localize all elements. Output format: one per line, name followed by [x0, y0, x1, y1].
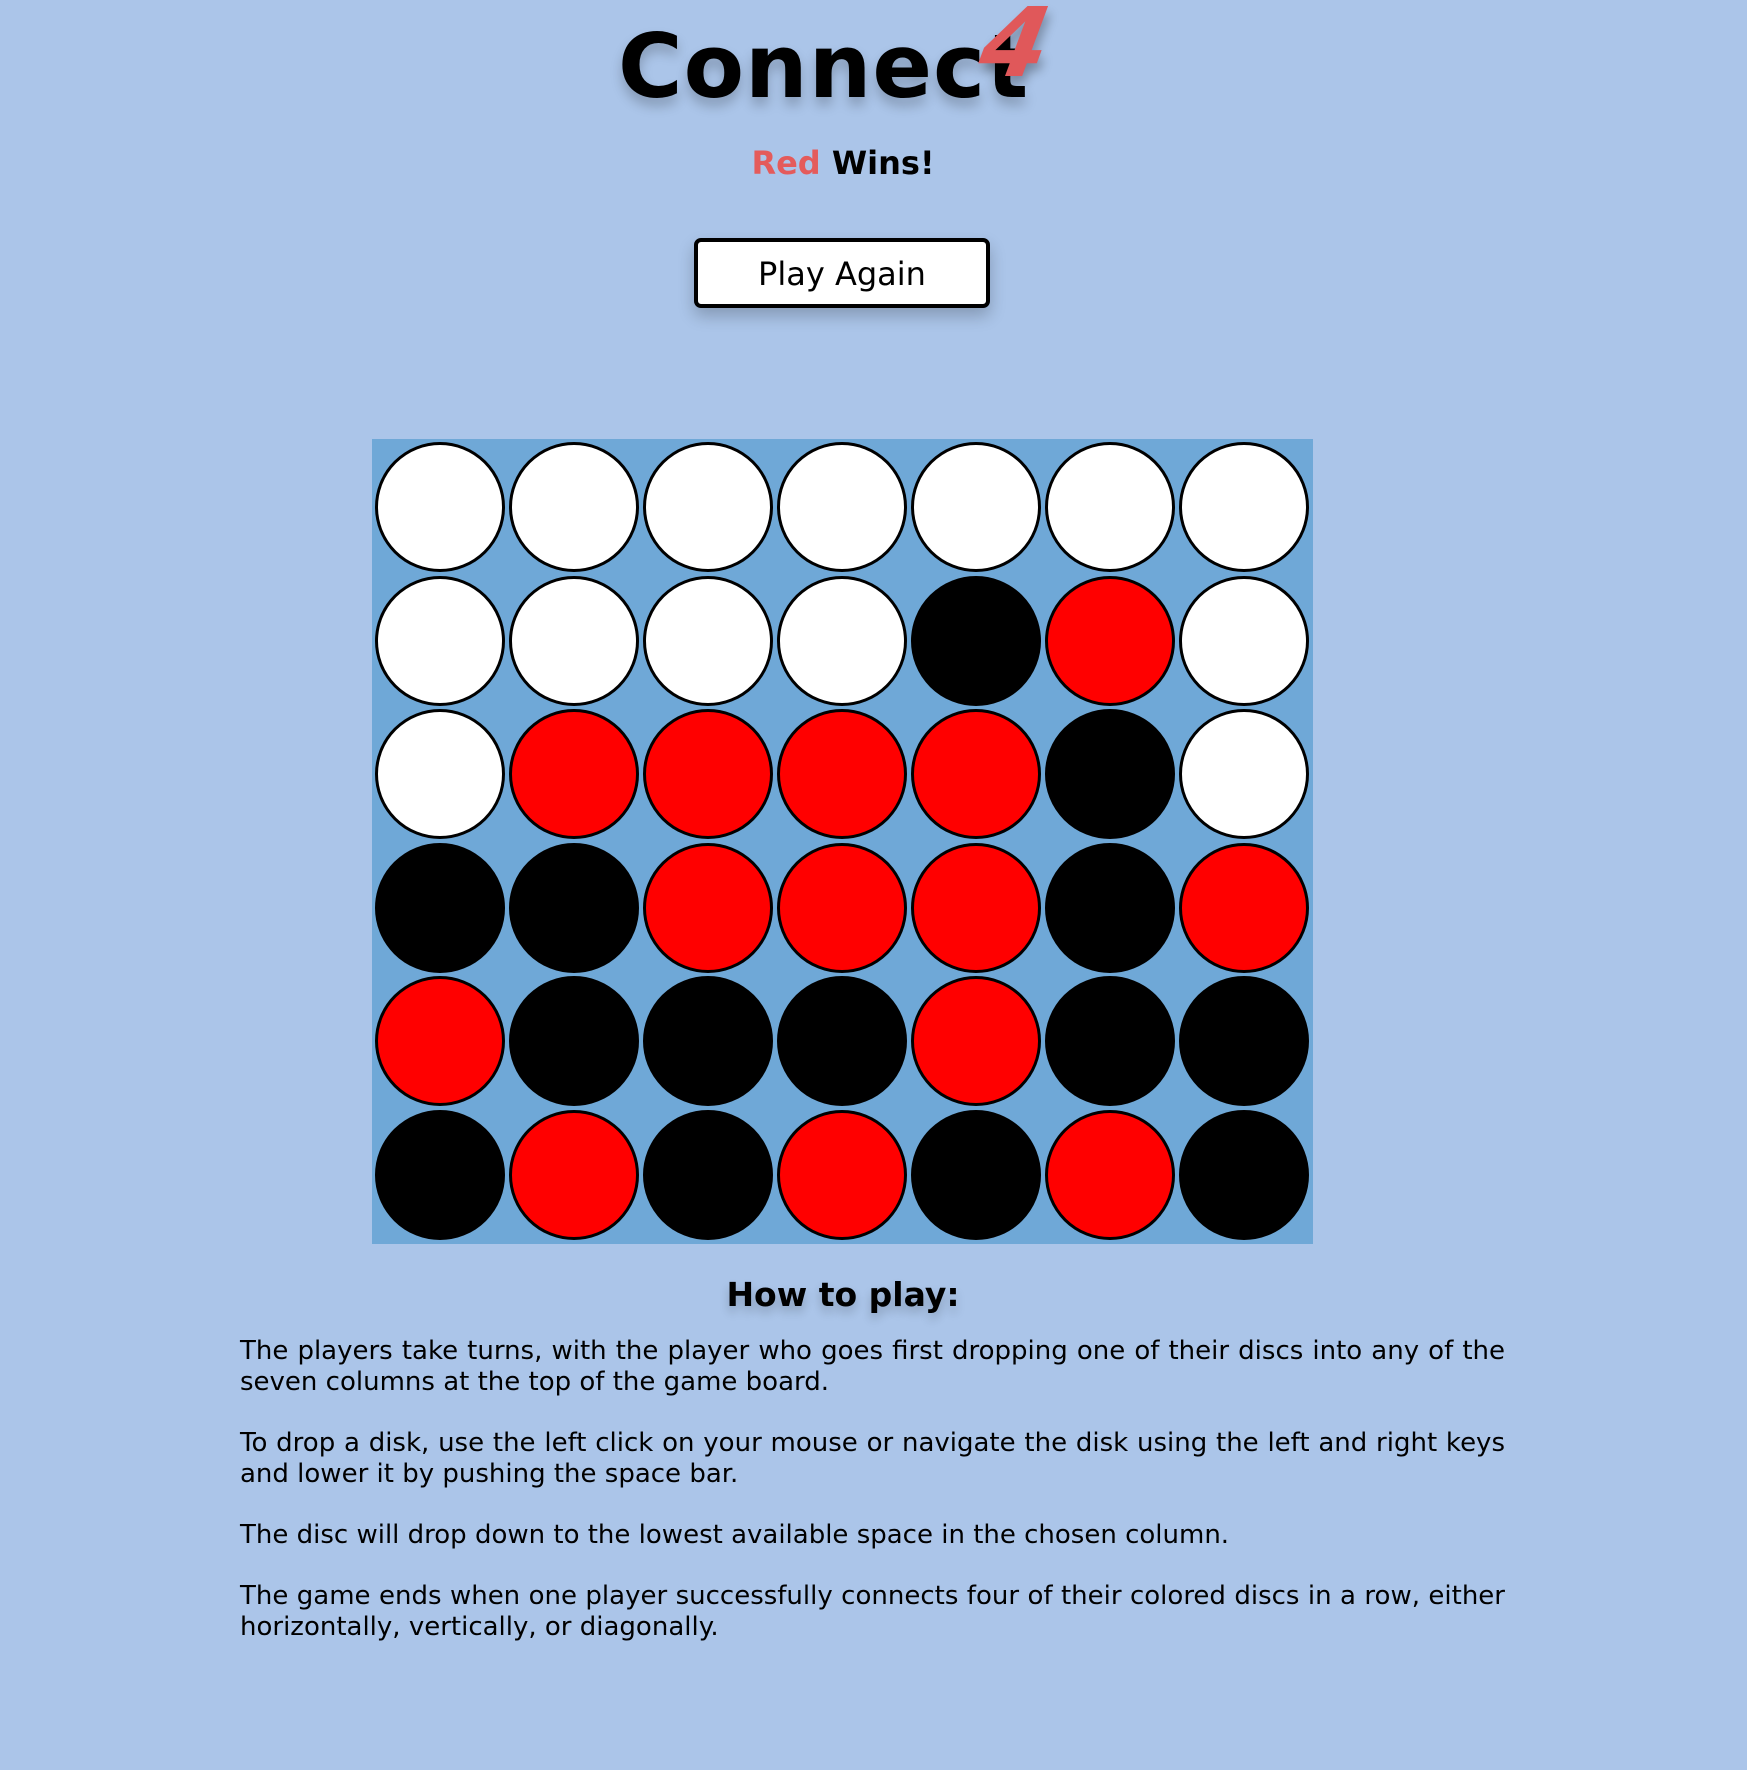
board-cell-r6-c1-black[interactable]: [375, 1109, 505, 1240]
board-cell-r1-c6-empty[interactable]: [1045, 442, 1175, 572]
board-cell-r6-c6-red[interactable]: [1045, 1109, 1175, 1240]
board-cell-r3-c4-red[interactable]: [777, 709, 907, 839]
winner-color: Red: [751, 144, 821, 182]
game-board[interactable]: [372, 439, 1313, 1244]
board-cell-r3-c2-red[interactable]: [509, 709, 639, 839]
instructions: The players take turns, with the player …: [240, 1336, 1505, 1673]
board-cell-r3-c5-red[interactable]: [911, 709, 1041, 839]
board-cell-r2-c2-empty[interactable]: [509, 575, 639, 706]
board-cell-r3-c1-empty[interactable]: [375, 709, 505, 839]
board-cell-r3-c6-black[interactable]: [1045, 709, 1175, 839]
status-suffix: Wins!: [831, 144, 935, 182]
board-cell-r1-c3-empty[interactable]: [643, 442, 773, 572]
board-cell-r1-c4-empty[interactable]: [777, 442, 907, 572]
board-cell-r4-c4-red[interactable]: [777, 842, 907, 973]
board-cell-r6-c4-red[interactable]: [777, 1109, 907, 1240]
board-cell-r2-c5-black[interactable]: [911, 575, 1041, 706]
instruction-paragraph: The players take turns, with the player …: [240, 1336, 1505, 1397]
board-cell-r4-c5-red[interactable]: [911, 842, 1041, 973]
board-cell-r5-c1-red[interactable]: [375, 976, 505, 1106]
game-status: Red Wins!: [0, 141, 1686, 185]
board-cell-r6-c7-black[interactable]: [1179, 1109, 1309, 1240]
header: Connect 4: [0, 0, 1747, 120]
board-cell-r4-c1-black[interactable]: [375, 842, 505, 973]
board-cell-r5-c7-black[interactable]: [1179, 976, 1309, 1106]
board-cell-r6-c3-black[interactable]: [643, 1109, 773, 1240]
board-cell-r4-c2-black[interactable]: [509, 842, 639, 973]
board-cell-r2-c1-empty[interactable]: [375, 575, 505, 706]
how-to-play-heading: How to play:: [726, 1275, 960, 1314]
board-cell-r1-c5-empty[interactable]: [911, 442, 1041, 572]
board-cell-r4-c3-red[interactable]: [643, 842, 773, 973]
board-cell-r5-c2-black[interactable]: [509, 976, 639, 1106]
board-cell-r2-c3-empty[interactable]: [643, 575, 773, 706]
board-cell-r1-c7-empty[interactable]: [1179, 442, 1309, 572]
board-cell-r6-c2-red[interactable]: [509, 1109, 639, 1240]
board-cell-r2-c7-empty[interactable]: [1179, 575, 1309, 706]
board-cell-r1-c1-empty[interactable]: [375, 442, 505, 572]
board-cell-r5-c3-black[interactable]: [643, 976, 773, 1106]
board-cell-r1-c2-empty[interactable]: [509, 442, 639, 572]
page-title: Connect: [618, 15, 1030, 118]
board-cell-r2-c6-red[interactable]: [1045, 575, 1175, 706]
board-cell-r4-c7-red[interactable]: [1179, 842, 1309, 973]
board-cell-r5-c5-red[interactable]: [911, 976, 1041, 1106]
board-cell-r6-c5-black[interactable]: [911, 1109, 1041, 1240]
board-cell-r3-c7-empty[interactable]: [1179, 709, 1309, 839]
play-again-button[interactable]: Play Again: [694, 238, 990, 308]
board-cell-r5-c6-black[interactable]: [1045, 976, 1175, 1106]
board-cell-r2-c4-empty[interactable]: [777, 575, 907, 706]
instruction-paragraph: The disc will drop down to the lowest av…: [240, 1520, 1230, 1550]
board-cell-r4-c6-black[interactable]: [1045, 842, 1175, 973]
instruction-paragraph: To drop a disk, use the left click on yo…: [240, 1428, 1505, 1489]
instruction-paragraph: The game ends when one player successful…: [240, 1581, 1505, 1642]
board-cell-r3-c3-red[interactable]: [643, 709, 773, 839]
board-cell-r5-c4-black[interactable]: [777, 976, 907, 1106]
